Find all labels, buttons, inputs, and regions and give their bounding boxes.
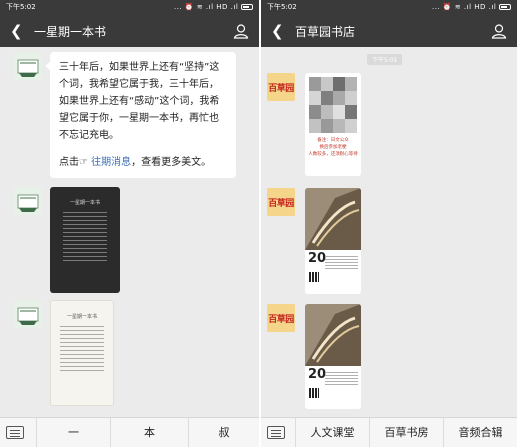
- back-arrow-icon[interactable]: ❮: [271, 22, 284, 40]
- menu-item[interactable]: 叔: [188, 418, 259, 447]
- status-time: 下午5:02: [6, 3, 36, 11]
- status-icons: ... ⏰ ≋ .ıl HD .ıl: [174, 0, 253, 15]
- menu-item[interactable]: 音频合辑: [443, 418, 517, 447]
- chat-screen-right: 下午5:02 ... ⏰ ≋ .ıl HD .ıl ❮ 百草园书店 下午5:01…: [261, 0, 517, 447]
- qr-code-icon: [309, 272, 319, 282]
- bookstore-avatar[interactable]: 百草园: [267, 73, 295, 101]
- poster-photo: [305, 188, 361, 250]
- bottom-menu: 一 本 叔: [0, 417, 259, 447]
- card-title: 一星期一本书: [66, 314, 97, 320]
- menu-item[interactable]: 人文课堂: [295, 418, 369, 447]
- message-timestamp: 下午5:01: [367, 54, 403, 65]
- status-icons: ... ⏰ ≋ .ıl HD .ıl: [432, 0, 511, 15]
- chat-title: 百草园书店: [295, 25, 356, 39]
- menu-item[interactable]: 百草书房: [369, 418, 443, 447]
- chat-title: 一星期一本书: [34, 25, 107, 39]
- card-text-lines: [60, 326, 104, 371]
- message-bubble[interactable]: 三十年后，如果世界上还有“坚持”这个词，我希望它属于我，三十年后，如果世界上还有…: [45, 52, 236, 178]
- poster-number: 20: [308, 367, 327, 382]
- chat-header: ❮ 百草园书店: [261, 15, 517, 47]
- card-text-lines: [63, 212, 107, 261]
- image-message-light[interactable]: 一星期一本书: [50, 300, 114, 406]
- battery-icon: [499, 4, 511, 10]
- bookstore-avatar[interactable]: 百草园: [267, 304, 295, 332]
- poster-number: 20: [308, 251, 327, 266]
- poster-caption: 备注：日文公众 换后参加老梗 人数较多，还须耐心等待: [308, 138, 358, 157]
- card-title: 一星期一本书: [69, 200, 100, 206]
- menu-item[interactable]: 本: [110, 418, 188, 447]
- keyboard-icon[interactable]: [267, 426, 285, 439]
- status-bar: 下午5:02 ... ⏰ ≋ .ıl HD .ıl: [261, 0, 517, 15]
- blurred-image: [309, 77, 357, 133]
- poster-image-message[interactable]: 20: [305, 188, 361, 294]
- status-bar: 下午5:02 ... ⏰ ≋ .ıl HD .ıl: [0, 0, 259, 15]
- poster-photo: [305, 304, 361, 366]
- image-message-dark[interactable]: 一星期一本书: [50, 187, 120, 293]
- chat-header: ❮ 一星期一本书: [0, 15, 259, 47]
- history-messages-link[interactable]: 往期消息: [91, 157, 131, 168]
- bottom-menu: 人文课堂 百草书房 音频合辑: [261, 417, 517, 447]
- message-text: 三十年后，如果世界上还有“坚持”这个词，我希望它属于我，三十年后，如果世界上还有…: [59, 62, 220, 141]
- bookstore-avatar[interactable]: 百草园: [267, 188, 295, 216]
- account-avatar[interactable]: [14, 187, 42, 215]
- battery-icon: [241, 4, 253, 10]
- back-arrow-icon[interactable]: ❮: [10, 22, 23, 40]
- person-icon[interactable]: [491, 23, 507, 39]
- message-link-line: 点击☞ 往期消息，查看更多美文。: [59, 157, 212, 168]
- account-avatar[interactable]: [14, 52, 42, 80]
- poster-image-message[interactable]: 20: [305, 304, 361, 409]
- keyboard-icon[interactable]: [6, 426, 24, 439]
- person-icon[interactable]: [233, 23, 249, 39]
- status-time: 下午5:02: [267, 3, 297, 11]
- qr-code-icon: [309, 388, 319, 398]
- poster-image-message[interactable]: 备注：日文公众 换后参加老梗 人数较多，还须耐心等待: [305, 73, 361, 176]
- poster-info-lines: [325, 370, 358, 387]
- menu-item[interactable]: 一: [36, 418, 110, 447]
- chat-screen-left: 下午5:02 ... ⏰ ≋ .ıl HD .ıl ❮ 一星期一本书 三十年后，…: [0, 0, 259, 447]
- account-avatar[interactable]: [14, 300, 42, 328]
- poster-info-lines: [325, 254, 358, 271]
